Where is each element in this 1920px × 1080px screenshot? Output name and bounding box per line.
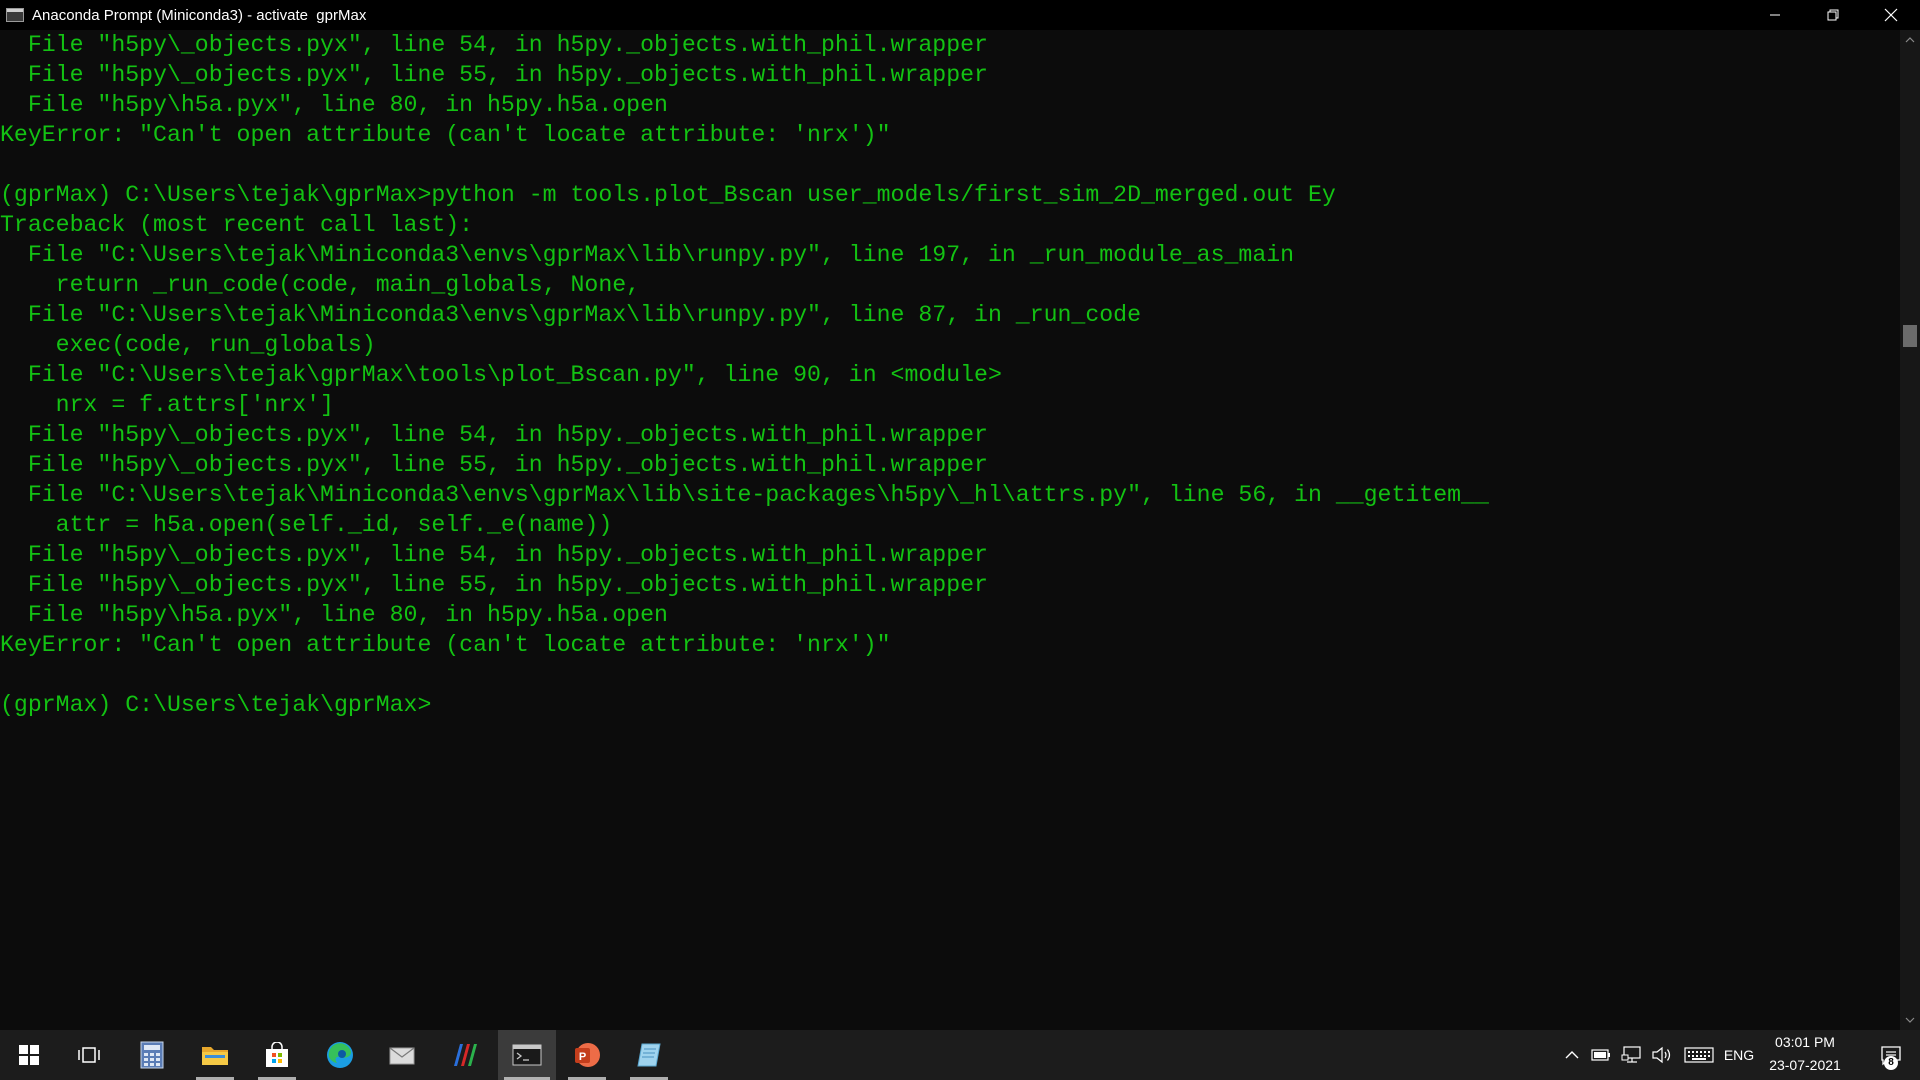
store-bag-icon bbox=[266, 1042, 288, 1067]
console-line: File "h5py\_objects.pyx", line 54, in h5… bbox=[0, 542, 988, 568]
clock-date: 23-07-2021 bbox=[1769, 1057, 1841, 1073]
clock-time: 03:01 PM bbox=[1775, 1034, 1835, 1050]
console-line: File "C:\Users\tejak\gprMax\tools\plot_B… bbox=[0, 362, 1002, 388]
console-line: Traceback (most recent call last): bbox=[0, 212, 474, 238]
console-line: KeyError: "Can't open attribute (can't l… bbox=[0, 632, 891, 658]
envelope-icon bbox=[389, 1047, 415, 1065]
notification-count-badge: 8 bbox=[1884, 1056, 1898, 1070]
clock[interactable]: 03:01 PM 23-07-2021 bbox=[1762, 1030, 1848, 1080]
window-titlebar: Anaconda Prompt (Miniconda3) - activate … bbox=[0, 0, 1920, 30]
terminal-icon bbox=[512, 1044, 542, 1066]
console-line: return _run_code(code, main_globals, Non… bbox=[0, 272, 641, 298]
console-line: exec(code, run_globals) bbox=[0, 332, 376, 358]
console-line: File "h5py\_objects.pyx", line 55, in h5… bbox=[0, 572, 988, 598]
task-view-icon bbox=[78, 1047, 100, 1063]
console-line: KeyError: "Can't open attribute (can't l… bbox=[0, 122, 891, 148]
microsoft-store-button[interactable] bbox=[252, 1030, 302, 1080]
powerpoint-icon: P bbox=[575, 1043, 600, 1067]
edge-button[interactable] bbox=[315, 1030, 365, 1080]
console-line: File "C:\Users\tejak\Miniconda3\envs\gpr… bbox=[0, 302, 1142, 328]
show-hidden-icons-button[interactable] bbox=[1560, 1030, 1584, 1080]
notebook-icon bbox=[637, 1043, 661, 1067]
touch-keyboard-button[interactable] bbox=[1682, 1030, 1716, 1080]
chevron-down-icon bbox=[1905, 1017, 1915, 1023]
battery-button[interactable] bbox=[1588, 1030, 1614, 1080]
task-view-button[interactable] bbox=[64, 1030, 114, 1080]
console-app-icon bbox=[6, 8, 24, 22]
console-line: (gprMax) C:\Users\tejak\gprMax>python -m… bbox=[0, 182, 1336, 208]
calculator-icon bbox=[140, 1041, 164, 1069]
action-center-button[interactable]: 8 bbox=[1866, 1030, 1916, 1080]
console-output[interactable]: File "h5py\_objects.pyx", line 54, in h5… bbox=[0, 30, 1900, 1030]
vertical-scrollbar[interactable] bbox=[1900, 30, 1920, 1030]
powerpoint-button[interactable]: P bbox=[562, 1030, 612, 1080]
start-button[interactable] bbox=[4, 1030, 54, 1080]
network-icon bbox=[1621, 1046, 1641, 1063]
keyboard-icon bbox=[1684, 1047, 1714, 1063]
close-button[interactable] bbox=[1862, 0, 1920, 30]
console-line: File "h5py\_objects.pyx", line 54, in h5… bbox=[0, 422, 988, 448]
console-line: File "h5py\h5a.pyx", line 80, in h5py.h5… bbox=[0, 92, 668, 118]
input-language-indicator[interactable]: ENG bbox=[1722, 1030, 1756, 1080]
restore-icon bbox=[1827, 9, 1839, 21]
console-line: File "h5py\_objects.pyx", line 54, in h5… bbox=[0, 32, 988, 58]
windows-logo-icon bbox=[19, 1045, 39, 1065]
calculator-button[interactable] bbox=[127, 1030, 177, 1080]
scroll-down-arrow[interactable] bbox=[1900, 1010, 1920, 1030]
console-line: File "C:\Users\tejak\Miniconda3\envs\gpr… bbox=[0, 482, 1489, 508]
window-controls bbox=[1746, 0, 1920, 30]
console-line: File "C:\Users\tejak\Miniconda3\envs\gpr… bbox=[0, 242, 1295, 268]
anaconda-prompt-button[interactable] bbox=[498, 1030, 556, 1080]
colored-bars-icon bbox=[454, 1044, 477, 1066]
minimize-icon bbox=[1770, 14, 1780, 16]
console-line: File "h5py\h5a.pyx", line 80, in h5py.h5… bbox=[0, 602, 668, 628]
battery-icon bbox=[1591, 1049, 1610, 1061]
minimize-button[interactable] bbox=[1746, 0, 1804, 30]
chevron-up-icon bbox=[1905, 37, 1915, 43]
scroll-up-arrow[interactable] bbox=[1900, 30, 1920, 50]
console-line: attr = h5a.open(self._id, self._e(name)) bbox=[0, 512, 613, 538]
console-line: File "h5py\_objects.pyx", line 55, in h5… bbox=[0, 62, 988, 88]
close-icon bbox=[1884, 8, 1898, 22]
matlab-like-app-button[interactable] bbox=[440, 1030, 490, 1080]
volume-button[interactable] bbox=[1648, 1030, 1676, 1080]
taskbar: P ENG 03:01 PM 23-07-2021 8 bbox=[0, 1030, 1920, 1080]
notepad-like-app-button[interactable] bbox=[624, 1030, 674, 1080]
scroll-thumb[interactable] bbox=[1903, 325, 1917, 347]
chevron-up-icon bbox=[1565, 1051, 1579, 1059]
console-line: File "h5py\_objects.pyx", line 55, in h5… bbox=[0, 452, 988, 478]
edge-icon bbox=[327, 1042, 353, 1068]
mail-app-button[interactable] bbox=[377, 1030, 427, 1080]
file-explorer-button[interactable] bbox=[190, 1030, 240, 1080]
restore-button[interactable] bbox=[1804, 0, 1862, 30]
volume-icon bbox=[1652, 1046, 1671, 1064]
network-button[interactable] bbox=[1618, 1030, 1646, 1080]
console-line: (gprMax) C:\Users\tejak\gprMax> bbox=[0, 692, 432, 718]
console-line: nrx = f.attrs['nrx'] bbox=[0, 392, 334, 418]
svg-text:P: P bbox=[579, 1051, 586, 1063]
folder-icon bbox=[202, 1047, 228, 1065]
window-title: Anaconda Prompt (Miniconda3) - activate … bbox=[32, 6, 367, 24]
